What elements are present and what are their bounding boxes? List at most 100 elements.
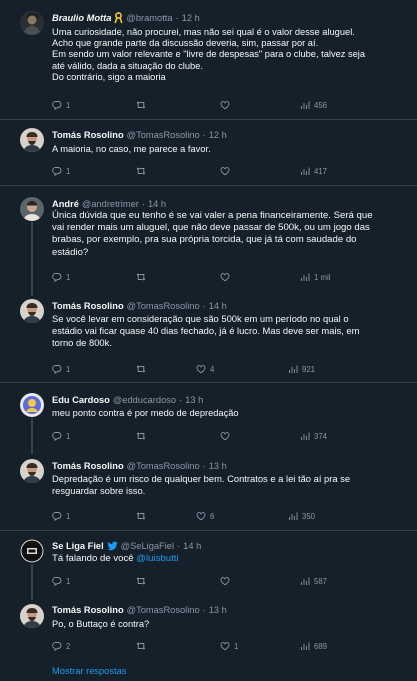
timestamp[interactable]: 12 h <box>182 11 200 25</box>
tweet-edu-cardoso[interactable]: Edu Cardoso @edducardoso · 13 h meu pont… <box>0 383 417 449</box>
like-count: 1 <box>234 641 239 651</box>
like-button[interactable]: 6 <box>196 509 214 523</box>
timestamp[interactable]: 14 h <box>209 299 227 313</box>
retweet-icon <box>136 101 146 109</box>
tweet-tomas-rosolino-1[interactable]: Tomás Rosolino @TomasRosolino · 12 h A m… <box>0 120 417 186</box>
timestamp[interactable]: 14 h <box>183 539 201 553</box>
views-button[interactable]: 587 <box>300 574 327 588</box>
heart-icon <box>196 512 206 521</box>
like-button[interactable]: 4 <box>196 362 214 376</box>
views-button[interactable]: 350 <box>288 509 315 523</box>
views-button[interactable]: 374 <box>300 429 327 443</box>
avatar-tomas-rosolino[interactable] <box>20 128 44 152</box>
reply-button[interactable]: 1 <box>52 164 70 178</box>
like-button[interactable] <box>220 429 234 443</box>
views-icon <box>289 365 298 373</box>
author-name[interactable]: Se Liga Fiel <box>52 539 104 553</box>
tweet-text: Depredação é um risco de qualquer bem. C… <box>52 473 407 497</box>
timestamp[interactable]: 14 h <box>148 197 166 211</box>
author-name[interactable]: Tomás Rosolino <box>52 299 124 313</box>
author-name[interactable]: Tomás Rosolino <box>52 459 124 473</box>
retweet-button[interactable] <box>136 429 150 443</box>
author-handle[interactable]: @bramotta <box>126 11 172 25</box>
reply-count: 1 <box>66 100 71 110</box>
reply-button[interactable]: 1 <box>52 362 70 376</box>
retweet-button[interactable] <box>136 362 150 376</box>
author-handle[interactable]: @SeLigaFiel <box>121 539 174 553</box>
timestamp[interactable]: 13 h <box>209 603 227 617</box>
views-button[interactable]: 417 <box>300 164 327 178</box>
avatar-tomas-rosolino[interactable] <box>20 459 44 483</box>
author-name[interactable]: Tomás Rosolino <box>52 603 124 617</box>
separator-dot: · <box>177 541 181 551</box>
tweet-tomas-rosolino-2[interactable]: Tomás Rosolino @TomasRosolino · 14 h Se … <box>0 292 417 380</box>
avatar-tomas-rosolino[interactable] <box>20 299 44 323</box>
views-count: 921 <box>302 364 316 374</box>
like-button[interactable] <box>220 98 234 112</box>
mention-link[interactable]: @luisbutti <box>136 553 178 564</box>
twitter-bird-icon <box>107 541 118 551</box>
retweet-button[interactable] <box>136 509 150 523</box>
tweet-tomas-rosolino-4[interactable]: Tomás Rosolino @TomasRosolino · 13 h Po,… <box>0 598 417 660</box>
retweet-icon <box>136 432 146 440</box>
author-name[interactable]: André <box>52 197 79 211</box>
retweet-button[interactable] <box>136 574 150 588</box>
tweet-andre[interactable]: André @andretrimer · 14 h Única dúvida q… <box>0 186 417 290</box>
like-button[interactable] <box>220 574 234 588</box>
tweet-braulio-motta[interactable]: Braulio Motta @bramotta · 12 h Uma curio… <box>0 0 417 120</box>
author-name[interactable]: Edu Cardoso <box>52 393 110 407</box>
views-button[interactable]: 456 <box>300 98 327 112</box>
tweet-header: Tomás Rosolino @TomasRosolino · 13 h <box>52 459 409 473</box>
tweet-text-line: torno de 800k. <box>52 337 112 348</box>
author-handle[interactable]: @edducardoso <box>113 393 176 407</box>
tweet-se-liga-fiel[interactable]: Se Liga Fiel @SeLigaFiel · 14 h Tá falan… <box>0 531 417 597</box>
retweet-button[interactable] <box>136 270 150 284</box>
avatar-braulio-motta[interactable] <box>20 11 44 35</box>
author-handle[interactable]: @TomasRosolino <box>127 299 200 313</box>
retweet-button[interactable] <box>136 164 150 178</box>
timestamp[interactable]: 12 h <box>209 128 227 142</box>
retweet-button[interactable] <box>136 98 150 112</box>
author-handle[interactable]: @TomasRosolino <box>127 603 200 617</box>
like-button[interactable] <box>220 164 234 178</box>
like-button[interactable]: 1 <box>220 639 238 653</box>
reply-button[interactable]: 1 <box>52 270 70 284</box>
tweet-text-line: Uma curiosidade, não procurei, mas não s… <box>52 27 355 37</box>
avatar-tomas-rosolino[interactable] <box>20 604 44 628</box>
like-button[interactable] <box>220 270 234 284</box>
reply-button[interactable]: 1 <box>52 429 70 443</box>
views-button[interactable]: 921 <box>288 362 315 376</box>
views-icon <box>301 167 310 175</box>
views-count: 1 mil <box>314 272 331 282</box>
timestamp[interactable]: 13 h <box>209 459 227 473</box>
reply-button[interactable]: 2 <box>52 639 70 653</box>
avatar-andre[interactable] <box>20 197 44 221</box>
avatar-se-liga-fiel[interactable] <box>20 539 44 563</box>
tweet-text: Se você levar em consideração que são 50… <box>52 313 407 349</box>
reply-button[interactable]: 1 <box>52 574 70 588</box>
author-name[interactable]: Braulio Motta <box>52 11 111 25</box>
views-button[interactable]: 1 mil <box>300 270 330 284</box>
author-handle[interactable]: @TomasRosolino <box>127 128 200 142</box>
views-count: 456 <box>314 100 328 110</box>
show-replies-link[interactable]: Mostrar respostas <box>52 666 126 676</box>
author-name[interactable]: Tomás Rosolino <box>52 128 124 142</box>
tweet-actions: 1 1 mil <box>52 270 397 284</box>
reply-button[interactable]: 1 <box>52 509 70 523</box>
conversation-feed: Braulio Motta @bramotta · 12 h Uma curio… <box>0 0 417 681</box>
heart-icon <box>196 365 206 374</box>
author-handle[interactable]: @TomasRosolino <box>127 459 200 473</box>
reply-button[interactable]: 1 <box>52 98 70 112</box>
separator-dot: · <box>179 395 183 405</box>
retweet-button[interactable] <box>136 639 150 653</box>
views-icon <box>301 101 310 109</box>
author-handle[interactable]: @andretrimer <box>82 197 139 211</box>
separator-dot: · <box>202 130 206 140</box>
separator-dot: · <box>141 199 145 209</box>
tweet-tomas-rosolino-3[interactable]: Tomás Rosolino @TomasRosolino · 13 h Dep… <box>0 452 417 530</box>
avatar-edu-cardoso[interactable] <box>20 393 44 417</box>
views-button[interactable]: 689 <box>300 639 327 653</box>
tweet-text: Po, o Buttaço é contra? <box>52 619 407 630</box>
timestamp[interactable]: 13 h <box>185 393 203 407</box>
tweet-header: Se Liga Fiel @SeLigaFiel · 14 h <box>52 539 409 553</box>
